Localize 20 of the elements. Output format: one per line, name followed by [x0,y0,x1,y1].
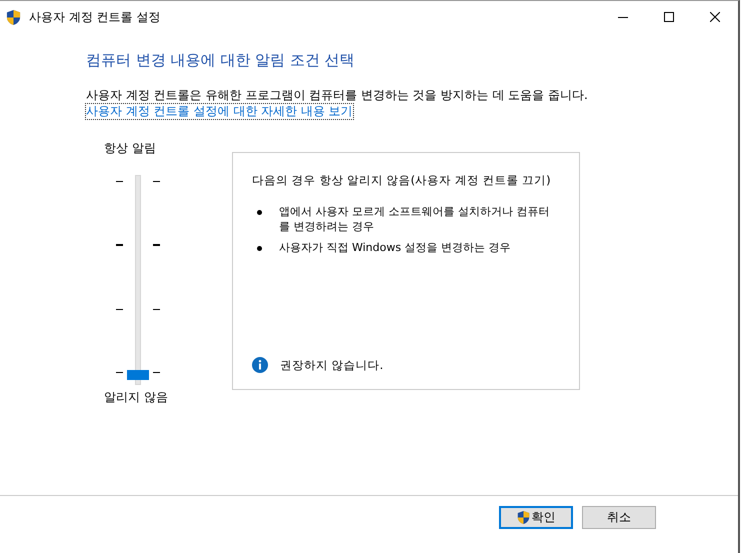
close-icon [710,12,720,22]
page-heading: 컴퓨터 변경 내용에 대한 알림 조건 선택 [86,51,356,70]
shield-icon [6,8,21,26]
ok-button[interactable]: 확인 [499,506,573,529]
slider-thumb[interactable] [127,370,149,380]
cancel-button[interactable]: 취소 [582,506,656,529]
bullet-text: 사용자가 직접 Windows 설정을 변경하는 경우 [279,240,512,255]
window-title: 사용자 계정 컨트롤 설정 [29,8,160,26]
panel-title: 다음의 경우 항상 알리지 않음(사용자 계정 컨트롤 끄기) [252,173,552,188]
description-text: 사용자 계정 컨트롤은 유해한 프로그램이 컴퓨터를 변경하는 것을 방지하는 데 도움을 줍니다. [86,88,589,103]
note-text: 권장하지 않습니다. [280,358,384,372]
info-icon [252,357,268,373]
maximize-icon [664,12,674,22]
shield-icon [516,510,530,525]
slider-top-label: 항상 알림 [104,140,156,157]
bullet-icon [257,246,262,251]
more-info-link[interactable]: 사용자 계정 컨트롤 설정에 대한 자세한 내용 보기 [85,103,354,120]
slider-bottom-label: 알리지 않음 [104,389,168,406]
bullet-text: 앱에서 사용자 모르게 소프트웨어를 설치하거나 컴퓨터를 변경하려는 경우 [279,204,550,234]
bullet-icon [257,210,262,215]
